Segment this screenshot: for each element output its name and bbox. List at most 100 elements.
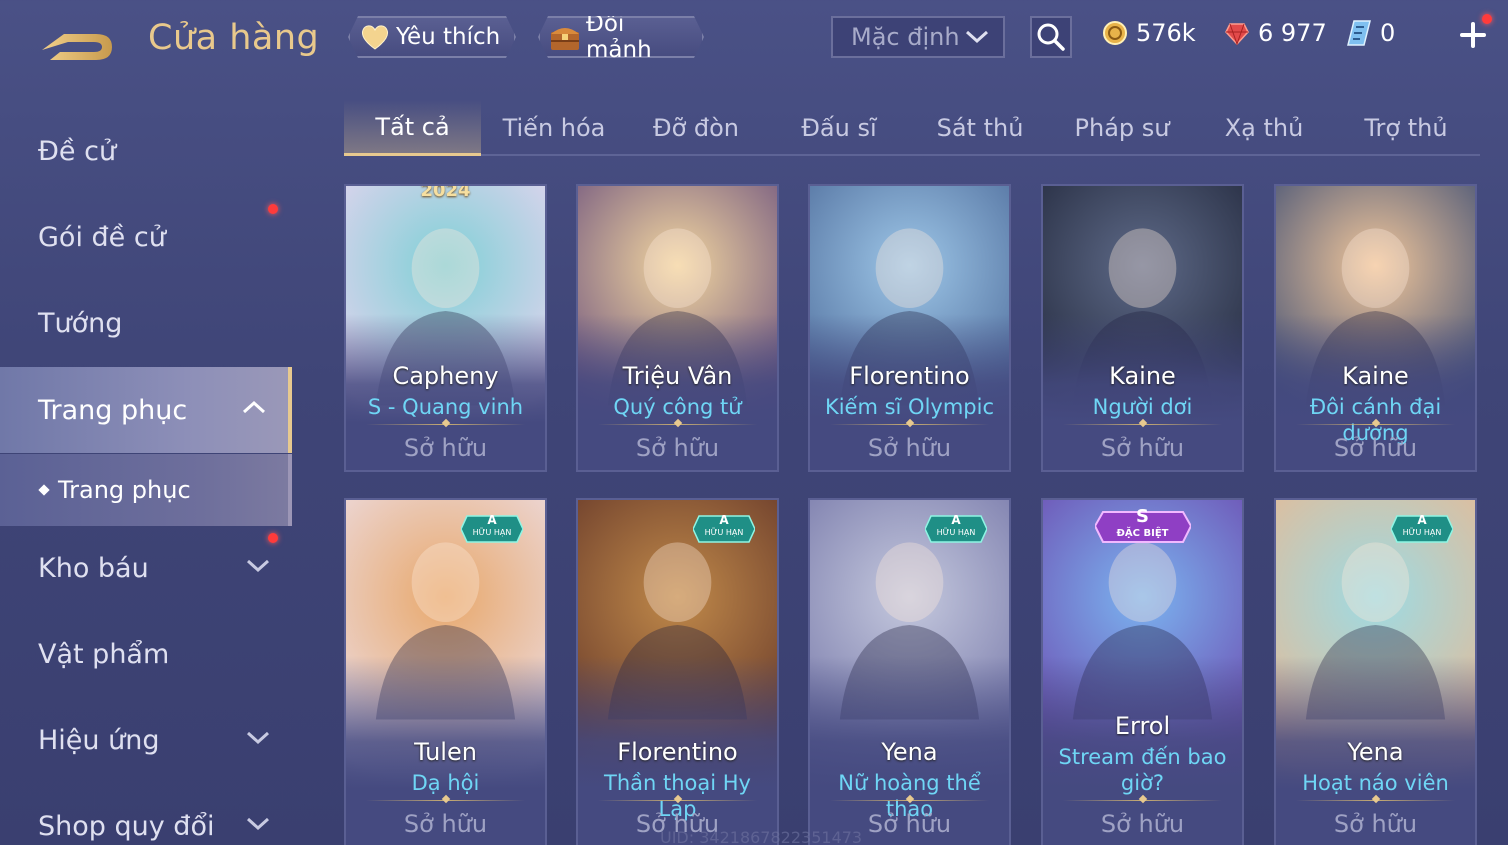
voucher-balance: 0 (1344, 18, 1395, 48)
search-button[interactable] (1030, 16, 1072, 58)
exchange-shard-button[interactable]: Đổi mảnh (538, 16, 704, 58)
sidebar-item-featured-bundles[interactable]: Gói đề cử (0, 194, 292, 280)
sidebar-item-items[interactable]: Vật phẩm (0, 611, 292, 697)
ownership-status: Sở hữu (1100, 434, 1185, 462)
sidebar-item-exchange-shop[interactable]: Shop quy đổi (0, 783, 292, 845)
ownership-status: Sở hữu (635, 434, 720, 462)
hero-name: Triệu Vân (622, 362, 733, 390)
tab-marksman[interactable]: Xạ thủ (1194, 100, 1334, 156)
page-title: Cửa hàng (148, 18, 320, 58)
tab-fighter[interactable]: Đấu sĩ (769, 100, 909, 156)
heart-icon (358, 22, 392, 52)
skin-card[interactable]: Kaine Người dơi Sở hữu (1041, 184, 1244, 472)
gem-amount: 6 977 (1258, 19, 1327, 47)
user-id: UID: 3421867822351473 (660, 828, 863, 845)
skin-name: Kiếm sĩ Olympic (824, 395, 995, 419)
skin-name: Hoạt náo viên (1302, 771, 1449, 795)
sidebar: Đề cử Gói đề cử Tướng Trang phục Trang p… (0, 108, 292, 845)
sidebar-item-label: Hiệu ứng (38, 724, 160, 756)
category-tabs: Tất cả Tiến hóa Đỡ đòn Đấu sĩ Sát thủ Ph… (344, 100, 1480, 156)
hero-name: Capheny (392, 362, 499, 390)
back-arrow-icon[interactable] (38, 20, 118, 62)
ownership-status: Sở hữu (1333, 434, 1418, 462)
badge-label: HỮU HẠN (704, 528, 744, 537)
card-divider (1296, 800, 1455, 801)
ownership-status: Sở hữu (403, 434, 488, 462)
badge-label: HỮU HẠN (936, 528, 976, 537)
skin-card[interactable]: A HỮU HẠN Yena Hoạt náo viên Sở hữu (1274, 498, 1477, 845)
chevron-down-icon (246, 817, 270, 830)
card-divider (1296, 424, 1455, 425)
skin-card[interactable]: A HỮU HẠN Tulen Dạ hội Sở hữu (344, 498, 547, 845)
top-bar: Cửa hàng Yêu thích Đổi mảnh Mặc định 576… (0, 0, 1508, 78)
skin-card[interactable]: S ĐẶC BIỆT Errol Stream đến bao giờ? Sở hữu (1041, 498, 1244, 845)
search-icon (1037, 23, 1065, 51)
badge-letter: A (719, 513, 729, 527)
hero-name: Yena (1347, 738, 1404, 766)
tab-assassin[interactable]: Sát thủ (910, 100, 1050, 156)
voucher-amount: 0 (1380, 19, 1396, 47)
chevron-up-icon (242, 400, 266, 414)
sidebar-item-label: Đề cử (38, 135, 117, 167)
sidebar-item-heroes[interactable]: Tướng (0, 280, 292, 366)
exchange-label: Đổi mảnh (586, 11, 652, 63)
notification-dot (268, 533, 278, 543)
tab-all[interactable]: Tất cả (344, 100, 481, 156)
tab-support[interactable]: Trợ thủ (1336, 100, 1476, 156)
chevron-down-icon (965, 30, 989, 44)
card-divider (366, 800, 525, 801)
skin-name: Quý công tử (613, 395, 742, 419)
skin-card[interactable]: Triệu Vân Quý công tử Sở hữu (576, 184, 779, 472)
badge-label: HỮU HẠN (472, 528, 512, 537)
tab-mage[interactable]: Pháp sư (1052, 100, 1192, 156)
notification-dot (268, 204, 278, 214)
hero-name: Tulen (414, 738, 477, 766)
favorite-label: Yêu thích (396, 24, 501, 50)
sidebar-item-label: Gói đề cử (38, 221, 166, 253)
sort-dropdown[interactable]: Mặc định (831, 16, 1005, 58)
tab-evolution[interactable]: Tiến hóa (484, 100, 624, 156)
ownership-status: Sở hữu (403, 810, 488, 838)
badge-letter: S (1136, 506, 1149, 527)
favorite-button[interactable]: Yêu thích (348, 16, 516, 58)
sidebar-item-effects[interactable]: Hiệu ứng (0, 697, 292, 783)
ownership-status: Sở hữu (1100, 810, 1185, 838)
card-divider (830, 424, 989, 425)
skin-name: Người dơi (1092, 395, 1193, 419)
card-divider (1063, 424, 1222, 425)
badge-letter: A (487, 513, 497, 527)
hero-name: Kaine (1109, 362, 1176, 390)
sidebar-item-treasure[interactable]: Kho báu (0, 525, 292, 611)
card-divider (366, 424, 525, 425)
ruby-icon (1222, 18, 1252, 48)
chevron-down-icon (246, 731, 270, 744)
sidebar-item-label: Shop quy đổi (38, 810, 215, 842)
chevron-down-icon (246, 559, 270, 572)
card-divider (598, 800, 757, 801)
hero-name: Errol (1114, 712, 1171, 740)
skin-card[interactable]: A HỮU HẠN Yena Nữ hoàng thể thao Sở hữu (808, 498, 1011, 845)
skin-card[interactable]: 2024 Capheny S - Quang vinh Sở hữu (344, 184, 547, 472)
sidebar-item-skins[interactable]: Trang phục (0, 367, 292, 453)
notification-dot (1482, 14, 1492, 24)
card-divider (1063, 800, 1222, 801)
sidebar-item-label: Trang phục (38, 394, 188, 426)
ownership-status: Sở hữu (867, 434, 952, 462)
sidebar-item-label: Tướng (38, 307, 123, 339)
card-divider (598, 424, 757, 425)
skin-card[interactable]: A HỮU HẠN Florentino Thần thoại Hy Lạp Sở hữ… (576, 498, 779, 845)
gold-coin-icon (1100, 18, 1130, 48)
skin-name: Stream đến bao giờ? (1058, 745, 1227, 795)
sidebar-subitem-skins[interactable]: Trang phục (0, 454, 292, 526)
skin-card[interactable]: Florentino Kiếm sĩ Olympic Sở hữu (808, 184, 1011, 472)
card-divider (830, 800, 989, 801)
sidebar-item-featured[interactable]: Đề cử (0, 108, 292, 194)
sort-value: Mặc định (851, 23, 960, 51)
skin-name: Dạ hội (411, 771, 480, 795)
hero-name: Yena (881, 738, 938, 766)
tab-tank[interactable]: Đỡ đòn (626, 100, 766, 156)
skin-card[interactable]: Kaine Đôi cánh đại dương Sở hữu (1274, 184, 1477, 472)
ownership-status: Sở hữu (1333, 810, 1418, 838)
hero-name: Florentino (849, 362, 970, 390)
year-tag: 2024 (420, 184, 471, 201)
